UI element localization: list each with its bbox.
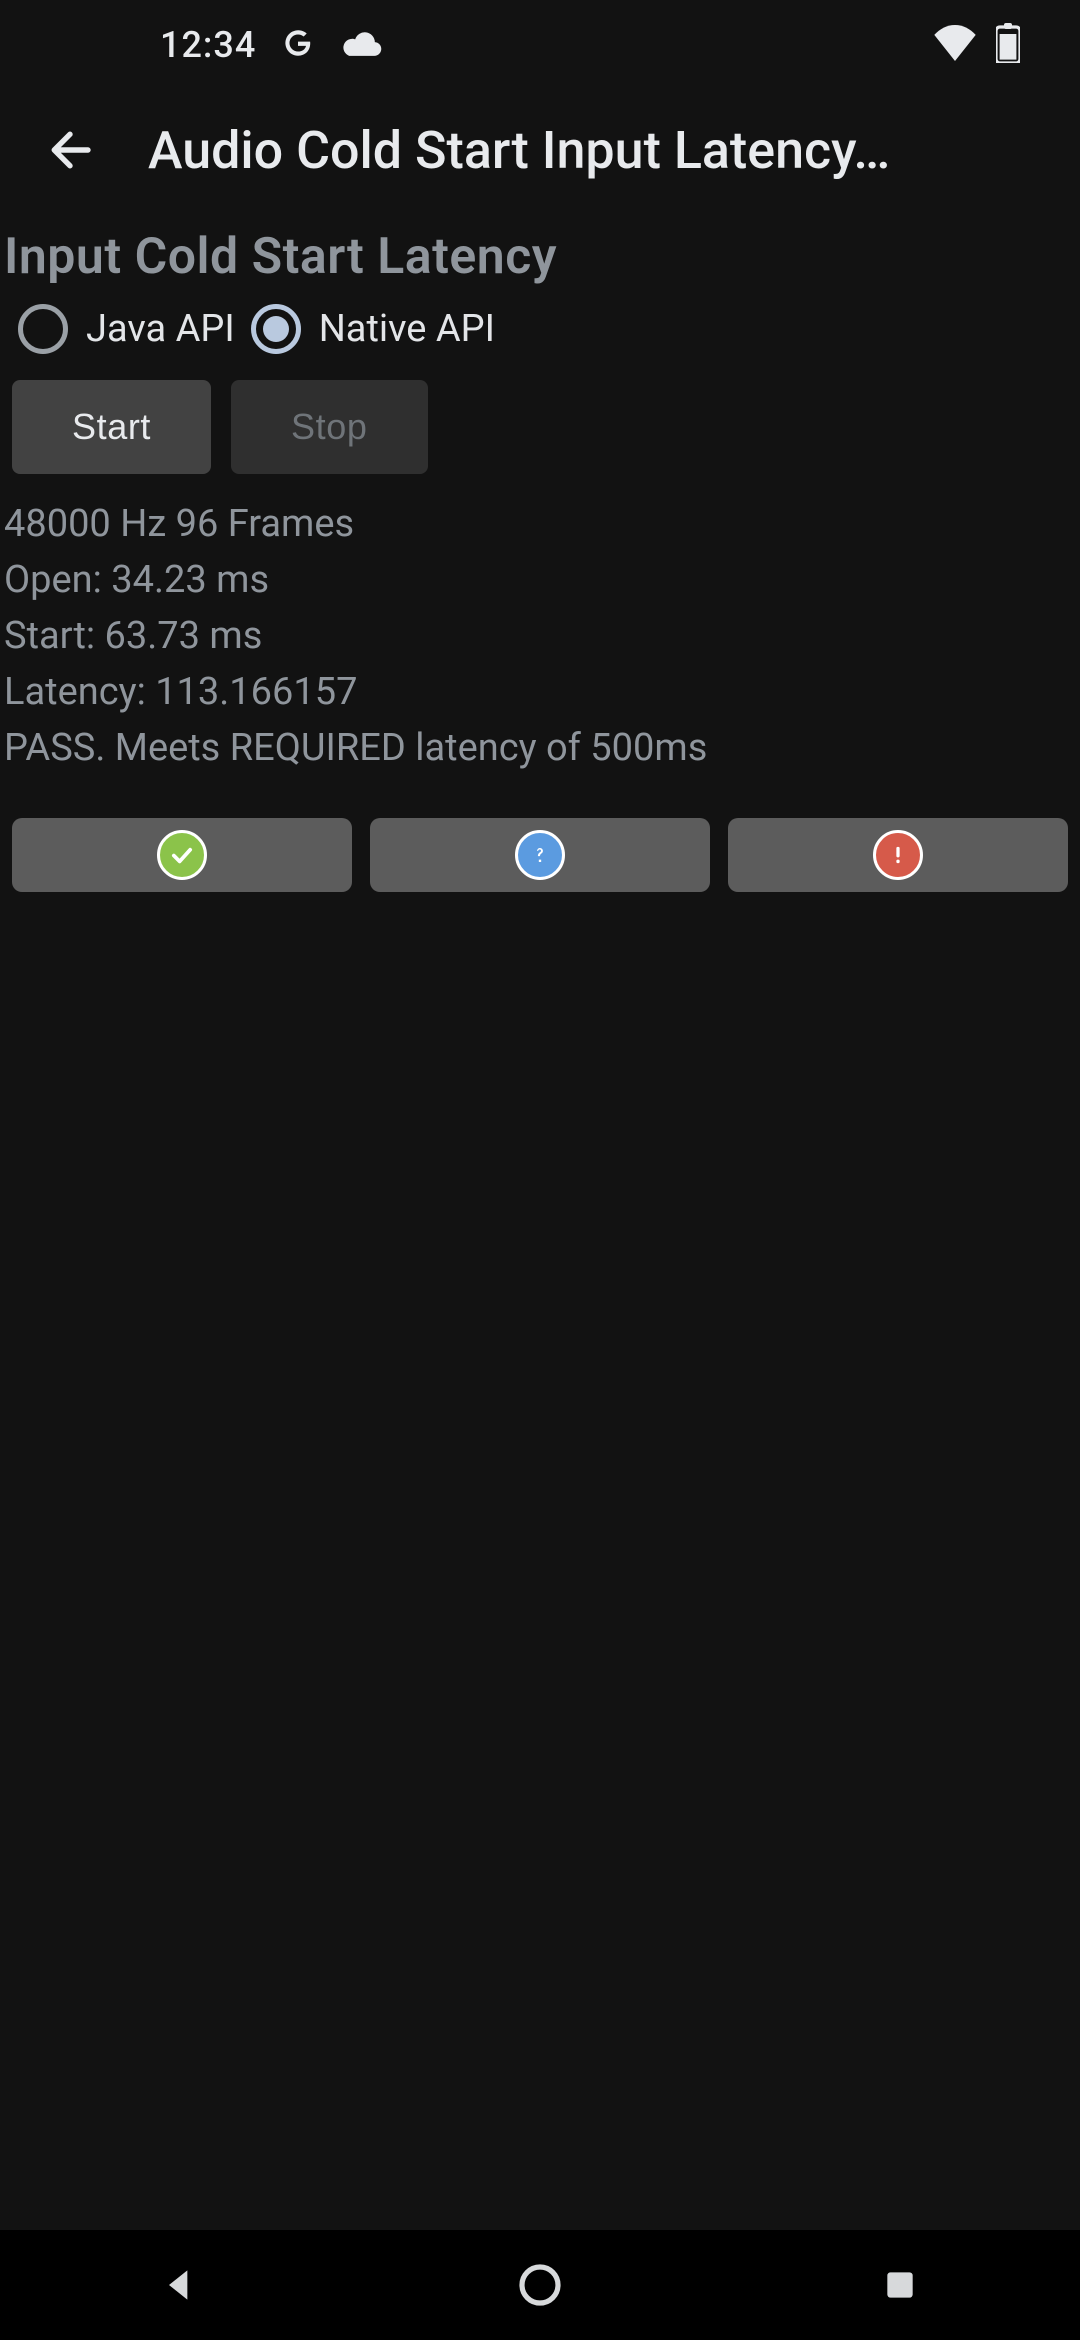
nav-back-button[interactable] <box>140 2245 220 2325</box>
cloud-icon <box>340 25 384 65</box>
app-bar: Audio Cold Start Input Latency… <box>0 90 1080 210</box>
stop-button: Stop <box>231 380 427 474</box>
readout-format: 48000 Hz 96 Frames <box>4 496 1076 552</box>
exclamation-icon <box>873 830 923 880</box>
result-readout: 48000 Hz 96 Frames Open: 34.23 ms Start:… <box>0 482 1080 776</box>
radio-checked-icon <box>251 304 301 354</box>
main-content: Input Cold Start Latency Java API Native… <box>0 210 1080 892</box>
page-title: Audio Cold Start Input Latency… <box>148 120 1050 181</box>
g-icon <box>280 25 316 65</box>
question-icon <box>515 830 565 880</box>
battery-icon <box>996 23 1020 67</box>
nav-home-button[interactable] <box>500 2245 580 2325</box>
wifi-icon <box>932 25 978 65</box>
readout-open: Open: 34.23 ms <box>4 552 1076 608</box>
section-title: Input Cold Start Latency <box>0 210 1080 290</box>
readout-start: Start: 63.73 ms <box>4 608 1076 664</box>
status-bar-right <box>932 23 1020 67</box>
radio-label-native: Native API <box>319 307 495 351</box>
pass-button[interactable] <box>12 818 352 892</box>
info-button[interactable] <box>370 818 710 892</box>
start-button[interactable]: Start <box>12 380 211 474</box>
system-nav-bar <box>0 2230 1080 2340</box>
start-stop-row: Start Stop <box>0 366 1080 482</box>
status-time: 12:34 <box>160 24 256 66</box>
check-icon <box>157 830 207 880</box>
readout-pass: PASS. Meets REQUIRED latency of 500ms <box>4 720 1076 776</box>
back-button[interactable] <box>40 120 100 180</box>
fail-button[interactable] <box>728 818 1068 892</box>
nav-recent-button[interactable] <box>860 2245 940 2325</box>
radio-java-api[interactable]: Java API <box>18 304 235 354</box>
verdict-button-row <box>0 776 1080 892</box>
api-radio-group: Java API Native API <box>0 290 1080 366</box>
status-bar-left: 12:34 <box>160 24 384 66</box>
radio-unchecked-icon <box>18 304 68 354</box>
readout-latency: Latency: 113.166157 <box>4 664 1076 720</box>
status-bar: 12:34 <box>0 0 1080 90</box>
radio-label-java: Java API <box>86 307 235 351</box>
radio-native-api[interactable]: Native API <box>251 304 495 354</box>
